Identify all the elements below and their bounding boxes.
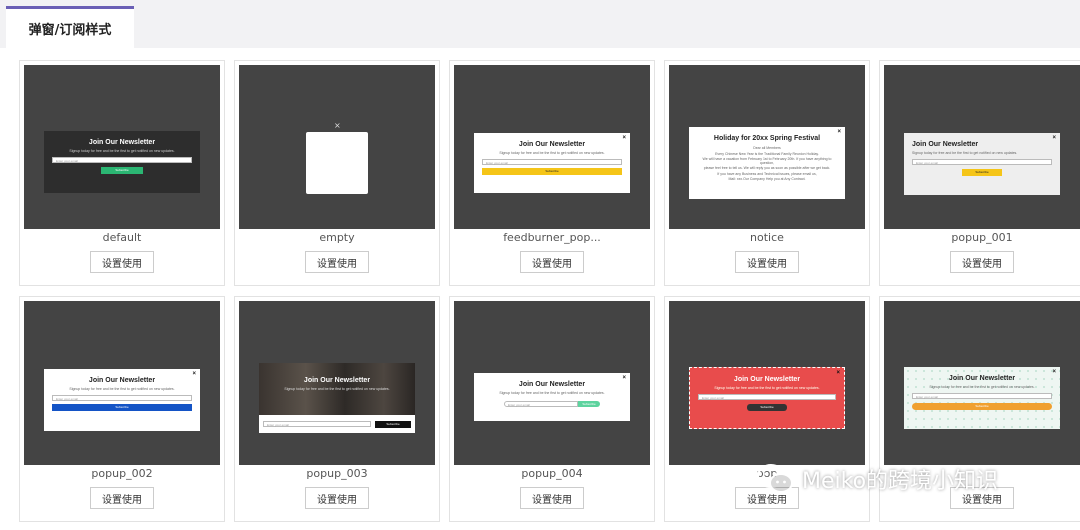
popup-title: Join Our Newsletter (303, 377, 371, 384)
popup-preview: × Holiday for 20xx Spring Festival Dear … (689, 127, 845, 199)
popup-email-field: Enter your email (912, 393, 1052, 399)
popup-line: please feel free to tell us. We will rep… (703, 166, 831, 170)
popup-title: Join Our Newsletter (733, 376, 801, 383)
template-name: popup_001 (951, 231, 1013, 244)
popup-email-field: Enter your email (504, 401, 578, 407)
template-card-popup-002: × Join Our Newsletter Signup today for f… (19, 296, 225, 522)
apply-template-button[interactable]: 设置使用 (90, 487, 154, 509)
popup-subtitle: Signup today for free and be the first t… (69, 387, 175, 391)
popup-subscribe-button: Subscribe (101, 167, 143, 174)
popup-email-field: Enter your email (52, 395, 192, 401)
template-name: popup_004 (521, 467, 583, 480)
template-name: default (102, 231, 142, 244)
popup-line: Dear all Members (753, 146, 781, 150)
popup-subscribe-button: Subscribe (52, 404, 192, 411)
template-card-popup-001: × Join Our Newsletter Signup today for f… (879, 60, 1080, 286)
template-preview[interactable]: × (239, 65, 435, 229)
template-card-popup-004: × Join Our Newsletter Signup today for f… (449, 296, 655, 522)
template-name: empty (319, 231, 355, 244)
apply-template-button[interactable]: 设置使用 (950, 251, 1014, 273)
popup-subscribe-button: Subscribe (747, 404, 787, 411)
template-card-feedburner: × Join Our Newsletter Signup today for f… (449, 60, 655, 286)
template-preview[interactable]: × Join Our Newsletter Signup today for f… (454, 301, 650, 465)
template-name: feedburner_pop... (503, 231, 601, 244)
popup-title: Join Our Newsletter (518, 381, 586, 388)
popup-subtitle: Signup today for free and be the first t… (912, 151, 1018, 155)
popup-email-field: Enter your email (263, 421, 371, 427)
popup-subscribe-button: Subscribe (375, 420, 411, 428)
apply-template-button[interactable]: 设置使用 (520, 487, 584, 509)
popup-preview: × Join Our Newsletter Signup today for f… (689, 367, 845, 429)
popup-subtitle: Signup today for free and be the first t… (714, 386, 820, 390)
popup-form-strip: Enter your email Subscribe (259, 415, 415, 433)
popup-subtitle: Signup today for free and be the first t… (499, 391, 605, 395)
tab-popup-styles[interactable]: 弹窗/订阅样式 (6, 6, 134, 48)
popup-email-field: Enter your email (482, 159, 622, 165)
template-preview[interactable]: × Holiday for 20xx Spring Festival Dear … (669, 65, 865, 229)
popup-email-field: Enter your email (912, 159, 1052, 165)
apply-template-button[interactable]: 设置使用 (305, 251, 369, 273)
popup-preview: × Join Our Newsletter Signup today for f… (44, 369, 200, 431)
popup-subtitle: Signup today for free and be the first t… (929, 385, 1035, 389)
watermark-text: Meiko的跨境小知识 (802, 469, 999, 494)
popup-preview: Join Our Newsletter Signup today for fre… (44, 131, 200, 193)
watermark: Meiko的跨境小知识 (756, 462, 998, 496)
template-name: notice (750, 231, 784, 244)
popup-preview: Join Our Newsletter Signup today for fre… (259, 363, 415, 433)
wechat-logo-icon (757, 464, 793, 493)
template-card-popup-003: Join Our Newsletter Signup today for fre… (234, 296, 440, 522)
template-preview[interactable]: × Join Our Newsletter Signup today for f… (24, 301, 220, 465)
popup-title: Join Our Newsletter (912, 141, 979, 148)
template-preview[interactable]: Join Our Newsletter Signup today for fre… (239, 301, 435, 465)
popup-close-icon: × (192, 371, 196, 377)
popup-close-icon: × (837, 129, 841, 135)
template-preview[interactable]: × Join Our Newsletter Signup today for f… (884, 65, 1080, 229)
popup-close-icon: × (1052, 135, 1056, 141)
popup-close-icon: × (334, 121, 341, 130)
popup-close-icon: × (622, 135, 626, 141)
popup-line: Every Chinese New Year is the Traditiona… (715, 152, 819, 156)
apply-template-button[interactable]: 设置使用 (735, 251, 799, 273)
popup-subtitle: Signup today for free and be the first t… (69, 149, 175, 153)
popup-email-field: Enter your email (52, 157, 192, 163)
template-preview[interactable]: × Join Our Newsletter Signup today for f… (669, 301, 865, 465)
popup-close-icon: × (622, 375, 626, 381)
popup-title: Join Our Newsletter (948, 375, 1016, 382)
template-preview[interactable]: × Join Our Newsletter Signup today for f… (454, 65, 650, 229)
template-card-notice: × Holiday for 20xx Spring Festival Dear … (664, 60, 870, 286)
template-card-default: Join Our Newsletter Signup today for fre… (19, 60, 225, 286)
apply-template-button[interactable]: 设置使用 (520, 251, 584, 273)
popup-subscribe-button: Subscribe (912, 403, 1052, 410)
popup-line: Mail: xxx.Our Company Help you at Any Co… (728, 177, 806, 181)
popup-title: Join Our Newsletter (518, 141, 586, 148)
template-card-empty: × empty 设置使用 (234, 60, 440, 286)
popup-title: Join Our Newsletter (88, 377, 156, 384)
template-name: popup_002 (91, 467, 153, 480)
popup-title: Join Our Newsletter (88, 139, 156, 146)
popup-line: We will have a vacation from February 1s… (702, 157, 832, 165)
popup-subtitle: Signup today for free and be the first t… (499, 151, 605, 155)
template-name: popup_003 (306, 467, 368, 480)
popup-subscribe-button: Subscribe (962, 169, 1002, 176)
popup-preview: × Join Our Newsletter Signup today for f… (474, 373, 630, 421)
popup-subtitle: Signup today for free and be the first t… (284, 387, 390, 391)
popup-preview: × Join Our Newsletter Signup today for f… (474, 133, 630, 193)
popup-line: If you have any Business and Technical i… (717, 172, 817, 176)
popup-preview (306, 132, 368, 194)
popup-subscribe-button: Subscribe (482, 168, 622, 175)
top-bar: 弹窗/订阅样式 (0, 0, 1080, 48)
popup-email-field: Enter your email (698, 394, 836, 400)
template-preview[interactable]: Join Our Newsletter Signup today for fre… (24, 65, 220, 229)
popup-close-icon: × (836, 370, 840, 376)
popup-subscribe-button: Subscribe (578, 401, 600, 407)
apply-template-button[interactable]: 设置使用 (90, 251, 154, 273)
popup-preview: × Join Our Newsletter Signup today for f… (904, 367, 1060, 429)
template-preview[interactable]: × Join Our Newsletter Signup today for f… (884, 301, 1080, 465)
popup-close-icon: × (1052, 369, 1056, 375)
popup-title: Holiday for 20xx Spring Festival (713, 135, 821, 142)
popup-form: Enter your email Subscribe (504, 401, 600, 407)
apply-template-button[interactable]: 设置使用 (305, 487, 369, 509)
popup-preview: × Join Our Newsletter Signup today for f… (904, 133, 1060, 195)
